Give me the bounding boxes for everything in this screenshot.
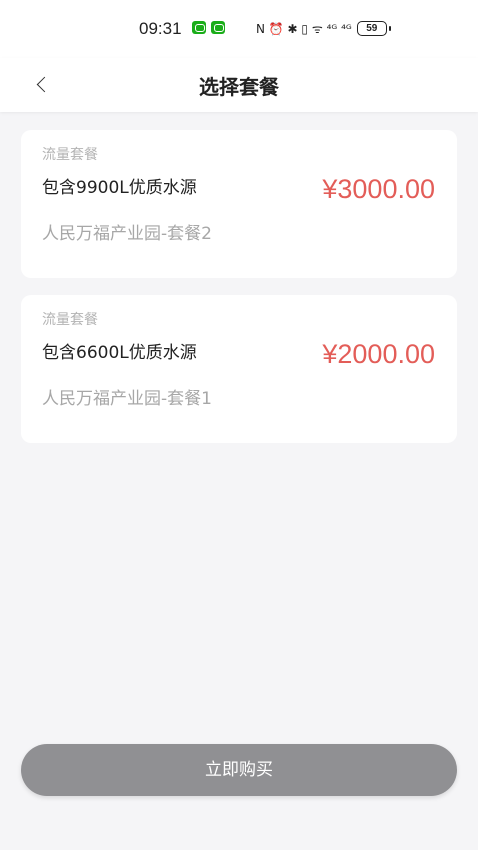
wechat-notification-icon	[192, 21, 206, 34]
page-title: 选择套餐	[199, 75, 279, 99]
package-price: ¥2000.00	[322, 339, 435, 369]
status-time: 09:31	[139, 19, 182, 38]
package-park: 人民万福产业园-套餐2	[42, 224, 212, 244]
package-card-1[interactable]: 流量套餐 包含9900L优质水源 人民万福产业园-套餐2 ¥3000.00	[21, 130, 457, 278]
battery-level: 59	[366, 22, 378, 34]
message-notification-icon	[211, 21, 225, 34]
package-park: 人民万福产业园-套餐1	[42, 389, 212, 409]
nav-bar: 选择套餐	[0, 58, 478, 112]
package-volume: 包含9900L优质水源	[42, 178, 197, 198]
package-card-2[interactable]: 流量套餐 包含6600L优质水源 人民万福产业园-套餐1 ¥2000.00	[21, 295, 457, 443]
status-bar: 09:31 N ⏰ ✱ ▯ ᯤ ⁴ᴳ ⁴ᴳ 59	[0, 0, 478, 58]
system-status-icons: N ⏰ ✱ ▯ ᯤ ⁴ᴳ ⁴ᴳ 59	[256, 20, 391, 36]
buy-now-button[interactable]: 立即购买	[21, 744, 457, 796]
package-price: ¥3000.00	[322, 174, 435, 204]
package-tag: 流量套餐	[42, 312, 98, 328]
battery-icon: 59	[356, 20, 391, 36]
package-volume: 包含6600L优质水源	[42, 343, 197, 363]
package-tag: 流量套餐	[42, 147, 98, 163]
system-icons-text: N ⏰ ✱ ▯ ᯤ ⁴ᴳ ⁴ᴳ	[256, 21, 352, 36]
